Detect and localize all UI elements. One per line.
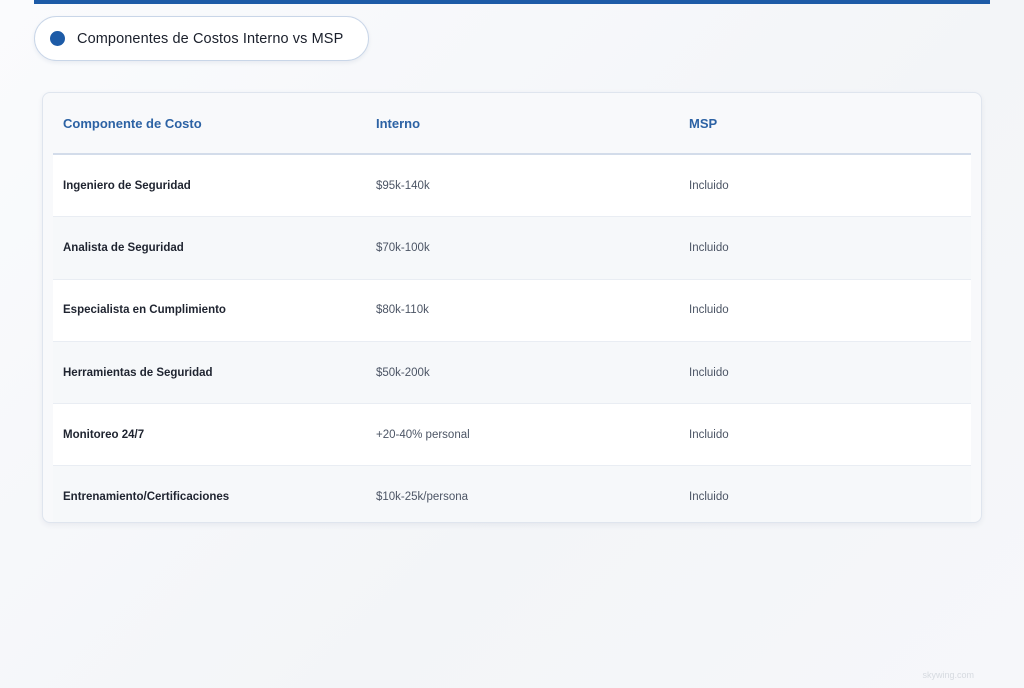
bullet-dot-icon: [50, 31, 65, 46]
cell-component: Herramientas de Seguridad: [63, 366, 213, 379]
table-row: Especialista en Cumplimiento $80k-110k I…: [53, 279, 971, 342]
cell-component: Entrenamiento/Certificaciones: [63, 491, 230, 504]
cell-component: Analista de Seguridad: [63, 241, 184, 254]
table-row: Ingeniero de Seguridad $95k-140k Incluid…: [53, 155, 971, 218]
cell-msp: Incluido: [689, 241, 729, 254]
cell-component: Monitoreo 24/7: [63, 428, 145, 441]
cell-component: Ingeniero de Seguridad: [63, 179, 191, 192]
cell-msp: Incluido: [689, 304, 729, 317]
cell-msp: Incluido: [689, 491, 729, 504]
top-accent-bar: [34, 0, 990, 4]
table-row: Entrenamiento/Certificaciones $10k-25k/p…: [53, 466, 971, 522]
table-row: Monitoreo 24/7 +20-40% personal Incluido: [53, 404, 971, 467]
header-component: Componente de Costo: [63, 116, 202, 131]
header-internal: Interno: [376, 116, 421, 131]
header-msp: MSP: [689, 116, 718, 131]
watermark: skywing.com: [922, 670, 974, 680]
cell-internal: $95k-140k: [376, 179, 430, 192]
cell-component: Especialista en Cumplimiento: [63, 304, 226, 317]
cell-msp: Incluido: [689, 366, 729, 379]
cell-internal: $70k-100k: [376, 241, 430, 254]
cell-internal: $10k-25k/persona: [376, 491, 469, 504]
cell-msp: Incluido: [689, 179, 729, 192]
table-row: Herramientas de Seguridad $50k-200k Incl…: [53, 341, 971, 405]
section-title: Componentes de Costos Interno vs MSP: [77, 30, 344, 47]
section-title-pill: Componentes de Costos Interno vs MSP: [34, 16, 369, 61]
cell-internal: +20-40% personal: [376, 428, 470, 441]
table-body: Ingeniero de Seguridad $95k-140k Incluid…: [53, 155, 971, 522]
cell-msp: Incluido: [689, 428, 729, 441]
table-row: Analista de Seguridad $70k-100k Incluido: [53, 217, 971, 280]
cell-internal: $80k-110k: [376, 304, 429, 317]
table-header: Componente de Costo Interno MSP: [43, 93, 981, 154]
cell-internal: $50k-200k: [376, 366, 430, 379]
cost-comparison-table: Componente de Costo Interno MSP Ingenier…: [42, 92, 982, 523]
